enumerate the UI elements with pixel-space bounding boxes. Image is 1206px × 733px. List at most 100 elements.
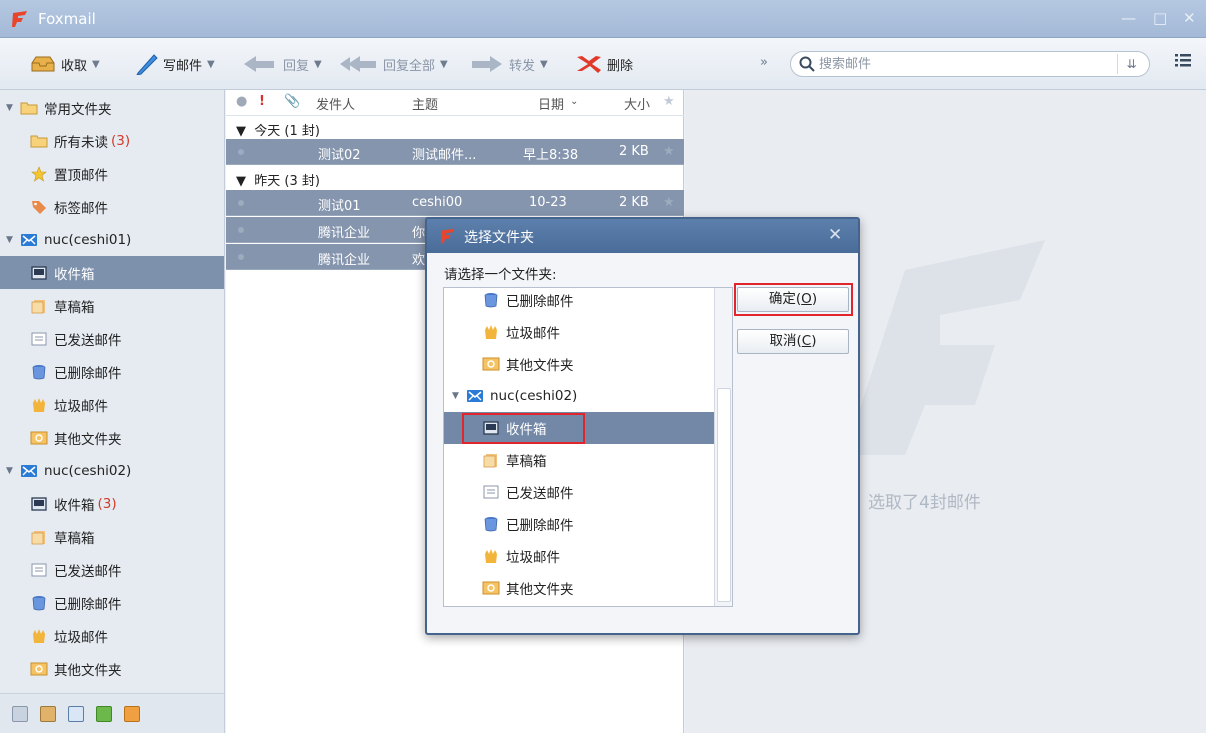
tree-item-other[interactable]: 其他文件夹 — [444, 348, 714, 380]
reply-all-button[interactable]: 回复全部 ▼ — [338, 52, 448, 76]
collapse-triangle-icon[interactable]: ▼ — [452, 391, 466, 401]
sidebar-item-other[interactable]: 其他文件夹 — [0, 652, 224, 685]
sidebar-item-drafts[interactable]: 草稿箱 — [0, 289, 224, 322]
sidebar-item-inbox[interactable]: 收件箱 — [0, 256, 224, 289]
reply-button[interactable]: 回复 ▼ — [242, 52, 322, 76]
column-subject[interactable]: 主题 — [412, 94, 438, 113]
priority-column-icon[interactable]: ! — [259, 94, 265, 109]
maximize-icon[interactable]: □ — [1153, 9, 1167, 27]
sidebar-item-label: 收件箱 — [54, 497, 95, 514]
tree-item-drafts[interactable]: 草稿箱 — [444, 444, 714, 476]
sidebar-item-label: 其他文件夹 — [54, 662, 122, 679]
mail-row[interactable]: 测试02 测试邮件... 早上8:38 2 KB ★ — [226, 139, 684, 165]
tree-item-deleted[interactable]: 已删除邮件 — [444, 288, 714, 316]
other-folder-icon — [482, 580, 500, 596]
column-size[interactable]: 大小 — [624, 94, 650, 113]
title-bar: Foxmail — □ ✕ — [0, 0, 1206, 38]
column-date[interactable]: 日期 — [538, 94, 564, 113]
sidebar-account-ceshi02[interactable]: ▼ nuc(ceshi02) — [0, 454, 224, 487]
mail-row[interactable]: 测试01 ceshi00 10-23 2 KB ★ — [226, 190, 684, 216]
minimize-icon[interactable]: — — [1121, 9, 1136, 27]
junk-icon — [30, 397, 48, 413]
toolbar: 收取 ▼ 写邮件 ▼ 回复 ▼ 回复全部 ▼ 转发 ▼ 删除 » 搜索邮件 ⇊ — [0, 38, 1206, 90]
compose-button[interactable]: 写邮件 ▼ — [134, 52, 215, 76]
sidebar-item-junk[interactable]: 垃圾邮件 — [0, 619, 224, 652]
collapse-triangle-icon[interactable]: ▼ — [6, 235, 20, 245]
sidebar-item-pinned[interactable]: 置顶邮件 — [0, 157, 224, 190]
choose-folder-dialog: 选择文件夹 ✕ 请选择一个文件夹: 已删除邮件 垃圾邮件 其他文件夹 ▼ nuc… — [425, 217, 860, 635]
mail-from: 腾讯企业 — [318, 226, 371, 241]
compose-dropdown-icon[interactable]: ▼ — [207, 59, 215, 70]
star-icon[interactable]: ★ — [663, 195, 675, 210]
menu-icon[interactable] — [1174, 51, 1192, 69]
sidebar-item-deleted[interactable]: 已删除邮件 — [0, 355, 224, 388]
scrollbar-thumb[interactable] — [717, 388, 731, 602]
tree-item-junk[interactable]: 垃圾邮件 — [444, 540, 714, 572]
tree-item-junk[interactable]: 垃圾邮件 — [444, 316, 714, 348]
mail-group-today[interactable]: ▼ 今天 (1 封) — [226, 117, 684, 139]
sidebar-item-label: 置顶邮件 — [54, 167, 108, 184]
notes-icon[interactable] — [96, 705, 112, 722]
sent-icon — [30, 331, 48, 347]
tree-account-ceshi02[interactable]: ▼ nuc(ceshi02) — [444, 380, 714, 412]
sidebar-account-label: nuc(ceshi01) — [44, 231, 132, 248]
receive-mail-icon — [31, 56, 55, 72]
sidebar-item-label: 已删除邮件 — [54, 365, 122, 382]
sidebar-item-all-unread[interactable]: 所有未读 (3) — [0, 124, 224, 157]
mail-group-yesterday[interactable]: ▼ 昨天 (3 封) — [226, 167, 684, 189]
sidebar-item-other[interactable]: 其他文件夹 — [0, 421, 224, 454]
cancel-button[interactable]: 取消(C) — [737, 329, 849, 354]
collapse-triangle-icon[interactable]: ▼ — [6, 466, 20, 476]
reply-label: 回复 — [283, 58, 310, 74]
reply-all-dropdown-icon[interactable]: ▼ — [440, 59, 448, 70]
forward-button[interactable]: 转发 ▼ — [470, 52, 548, 76]
sidebar-item-tagged[interactable]: 标签邮件 — [0, 190, 224, 223]
contacts-icon[interactable] — [40, 705, 56, 722]
sidebar-item-inbox[interactable]: 收件箱 (3) — [0, 487, 224, 520]
sidebar-item-junk[interactable]: 垃圾邮件 — [0, 388, 224, 421]
mail-icon[interactable] — [12, 705, 28, 722]
search-box[interactable]: ⇊ — [790, 51, 1150, 77]
read-status-column-icon[interactable]: ● — [236, 94, 247, 109]
trash-icon — [30, 595, 48, 611]
folder-sidebar: ▼ 常用文件夹 所有未读 (3) 置顶邮件 标签邮件 ▼ nuc(ceshi01… — [0, 90, 225, 733]
mail-list-header: ● ! 📎 发件人 主题 日期 ⌄ 大小 ★ — [226, 90, 684, 116]
rss-icon[interactable] — [124, 705, 140, 722]
dialog-title-bar[interactable]: 选择文件夹 ✕ — [427, 219, 858, 253]
folder-tree: 已删除邮件 垃圾邮件 其他文件夹 ▼ nuc(ceshi02) 收件箱 草稿箱 … — [443, 287, 733, 607]
sidebar-account-ceshi01[interactable]: ▼ nuc(ceshi01) — [0, 223, 224, 256]
tree-item-label: 垃圾邮件 — [506, 326, 560, 342]
receive-button[interactable]: 收取 ▼ — [30, 52, 100, 76]
trash-icon — [482, 516, 500, 532]
sort-chevron-icon[interactable]: ⌄ — [570, 96, 578, 107]
calendar-icon[interactable] — [68, 705, 84, 722]
close-icon[interactable]: ✕ — [1183, 9, 1196, 27]
attachment-column-icon[interactable]: 📎 — [284, 94, 300, 109]
sent-icon — [30, 562, 48, 578]
foxmail-watermark-logo — [845, 240, 1045, 455]
star-column-icon[interactable]: ★ — [663, 94, 675, 109]
sidebar-group-favorites[interactable]: ▼ 常用文件夹 — [0, 91, 224, 124]
sidebar-item-sent[interactable]: 已发送邮件 — [0, 553, 224, 586]
column-from[interactable]: 发件人 — [316, 94, 355, 113]
tree-item-sent[interactable]: 已发送邮件 — [444, 476, 714, 508]
sidebar-item-sent[interactable]: 已发送邮件 — [0, 322, 224, 355]
reply-dropdown-icon[interactable]: ▼ — [314, 59, 322, 70]
search-input[interactable] — [819, 55, 1109, 73]
pen-icon — [136, 54, 158, 75]
tree-item-label: 已删除邮件 — [506, 518, 574, 534]
tree-item-other[interactable]: 其他文件夹 — [444, 572, 714, 604]
receive-dropdown-icon[interactable]: ▼ — [92, 59, 100, 70]
star-icon[interactable]: ★ — [663, 144, 675, 159]
sidebar-item-drafts[interactable]: 草稿箱 — [0, 520, 224, 553]
chevron-double-down-icon[interactable]: ⇊ — [1117, 54, 1145, 74]
forward-dropdown-icon[interactable]: ▼ — [540, 59, 548, 70]
tree-scrollbar[interactable] — [714, 288, 732, 606]
sidebar-item-deleted[interactable]: 已删除邮件 — [0, 586, 224, 619]
more-toolbar-button[interactable]: » — [760, 55, 768, 70]
collapse-triangle-icon[interactable]: ▼ — [6, 103, 20, 113]
close-icon[interactable]: ✕ — [828, 225, 842, 245]
sidebar-group-label: 常用文件夹 — [44, 101, 112, 118]
delete-button[interactable]: 删除 — [574, 52, 633, 76]
tree-item-deleted[interactable]: 已删除邮件 — [444, 508, 714, 540]
